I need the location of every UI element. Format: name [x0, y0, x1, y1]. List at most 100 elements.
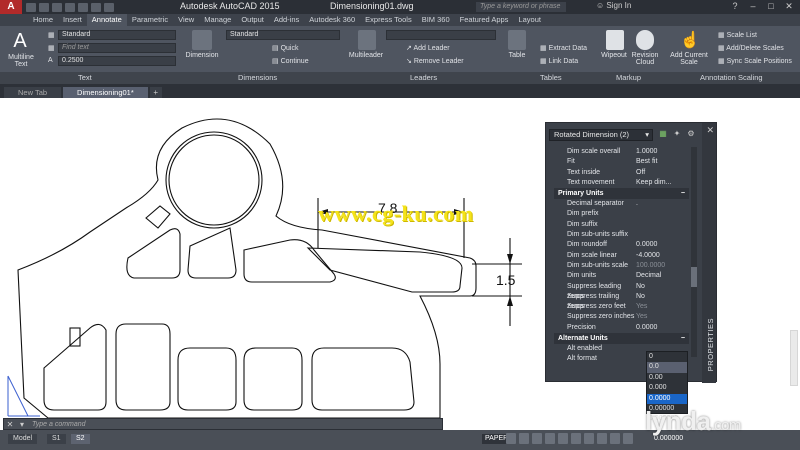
text-panel-title[interactable]: Text — [78, 73, 92, 82]
multileader-style-combo[interactable] — [386, 30, 496, 40]
property-value[interactable]: Yes — [636, 312, 647, 322]
layout-tab-model[interactable]: Model — [8, 434, 38, 444]
canvas-scrollbar[interactable] — [790, 330, 798, 386]
tab-home[interactable]: Home — [28, 14, 58, 26]
dimension-style-combo[interactable]: Standard — [226, 30, 340, 40]
dimension-text-vertical[interactable]: 1.5 — [496, 272, 515, 288]
property-value[interactable]: Off — [636, 168, 645, 178]
add-leader-button[interactable]: ↗ Add Leader — [406, 44, 450, 52]
palette-side-bar[interactable]: ✕ PROPERTIES — [702, 123, 716, 383]
property-row[interactable]: Suppress zero inches Yes — [554, 312, 689, 322]
wipeout-icon[interactable] — [606, 30, 624, 50]
command-input[interactable]: Type a command — [28, 421, 86, 428]
tab-featured-apps[interactable]: Featured Apps — [455, 14, 514, 26]
property-value[interactable]: Yes — [636, 302, 647, 312]
open-icon[interactable] — [39, 2, 49, 12]
layout-tab-s2[interactable]: S2 — [71, 434, 90, 444]
property-row[interactable]: Text movement Keep dim... — [554, 178, 689, 188]
multileader-icon[interactable] — [358, 30, 376, 50]
wipeout-button[interactable]: Wipeout — [598, 52, 630, 59]
property-row[interactable]: Dim prefix — [554, 209, 689, 219]
link-data-button[interactable]: ▦ Link Data — [540, 57, 578, 65]
customize-icon[interactable]: ▾ — [16, 420, 28, 429]
property-row[interactable]: Suppress zero feet Yes — [554, 302, 689, 312]
help-icon[interactable]: ? — [726, 0, 744, 13]
property-row[interactable]: Suppress leading zeros No — [554, 282, 689, 300]
tab-parametric[interactable]: Parametric — [127, 14, 173, 26]
tables-panel-title[interactable]: Tables — [540, 73, 562, 82]
maximize-icon[interactable]: □ — [762, 0, 780, 13]
osnap-icon[interactable] — [558, 433, 568, 444]
property-row[interactable]: Decimal separator. — [554, 199, 689, 209]
tab-bim-360[interactable]: BIM 360 — [417, 14, 455, 26]
tab-layout[interactable]: Layout — [513, 14, 546, 26]
property-value[interactable]: 0.0000 — [636, 323, 657, 333]
close-icon[interactable]: ✕ — [4, 420, 16, 429]
dimension-icon[interactable] — [192, 30, 212, 50]
leaders-panel-title[interactable]: Leaders — [410, 73, 437, 82]
toggle-pickadd-icon[interactable]: ▦ — [658, 129, 668, 139]
layout-tab-s1[interactable]: S1 — [47, 434, 66, 444]
property-row[interactable]: Dim sub-units scale 100.0000 — [554, 261, 689, 271]
annotation-scaling-panel-title[interactable]: Annotation Scaling — [700, 73, 763, 82]
property-section-header[interactable]: Alternate Units − — [554, 333, 689, 345]
property-value[interactable]: 1.0000 — [636, 147, 657, 157]
table-button[interactable]: Table — [504, 52, 530, 59]
property-row[interactable]: Dim roundoff 0.0000 — [554, 240, 689, 250]
property-row[interactable]: Precision 0.0000 — [554, 323, 689, 333]
undo-icon[interactable] — [91, 2, 101, 12]
properties-palette[interactable]: Rotated Dimension (2) ▾ ▦ ✦ ⚙ Dim scale … — [545, 122, 717, 383]
select-objects-icon[interactable]: ✦ — [672, 129, 682, 139]
revision-cloud-button[interactable]: Revision Cloud — [628, 52, 662, 66]
text-height-combo[interactable]: 0.2500 — [58, 56, 176, 66]
property-row[interactable]: Suppress trailing zeros No — [554, 292, 689, 310]
tab-insert[interactable]: Insert — [58, 14, 87, 26]
sync-scale-positions-button[interactable]: ▦ Sync Scale Positions — [718, 57, 792, 65]
add-current-scale-icon[interactable]: ☝ — [680, 30, 700, 50]
revision-cloud-icon[interactable] — [636, 30, 654, 50]
scrollbar-thumb[interactable] — [691, 267, 697, 287]
minimize-icon[interactable]: – — [744, 0, 762, 13]
property-value[interactable]: 100.0000 — [636, 261, 665, 271]
print-icon[interactable] — [78, 2, 88, 12]
collapse-icon[interactable]: − — [681, 188, 685, 199]
property-row[interactable]: Dim units Decimal — [554, 271, 689, 281]
remove-leader-button[interactable]: ↘ Remove Leader — [406, 57, 464, 65]
property-value[interactable]: Keep dim... — [636, 178, 671, 188]
property-row[interactable]: Dim scale linear -4.0000 — [554, 251, 689, 261]
tab-autodesk-360[interactable]: Autodesk 360 — [304, 14, 360, 26]
ortho-icon[interactable] — [532, 433, 542, 444]
collapse-icon[interactable]: − — [681, 333, 685, 344]
search-input[interactable]: Type a keyword or phrase — [476, 2, 566, 12]
multiline-text-button[interactable]: Multiline Text — [4, 54, 38, 68]
properties-scrollbar[interactable] — [691, 147, 697, 357]
property-section-header[interactable]: Primary Units − — [554, 188, 689, 200]
markup-panel-title[interactable]: Markup — [616, 73, 641, 82]
command-line[interactable]: ✕ ▾ Type a command — [3, 418, 443, 430]
property-value[interactable]: -4.0000 — [636, 251, 660, 261]
tab-annotate[interactable]: Annotate — [86, 14, 127, 26]
continue-dimension-button[interactable]: ▤ Continue — [272, 57, 309, 65]
property-value[interactable]: Decimal — [636, 271, 661, 281]
precision-option[interactable]: 0 — [647, 352, 687, 362]
tab-express-tools[interactable]: Express Tools — [360, 14, 417, 26]
add-current-scale-button[interactable]: Add Current Scale — [666, 52, 712, 66]
text-style-combo[interactable]: Standard — [58, 30, 176, 40]
new-icon[interactable] — [26, 2, 36, 12]
find-text-input[interactable]: Find text — [58, 43, 176, 53]
precision-option[interactable]: 0.0 — [647, 362, 687, 373]
dimensions-panel-title[interactable]: Dimensions — [238, 73, 277, 82]
property-value[interactable]: No — [636, 282, 645, 292]
grid-icon[interactable] — [519, 433, 529, 444]
annotation-icon[interactable] — [623, 433, 633, 444]
precision-option[interactable]: 0.0000 — [647, 393, 687, 404]
property-row[interactable]: Dim suffix — [554, 220, 689, 230]
close-icon[interactable]: ✕ — [780, 0, 798, 13]
property-value[interactable]: No — [636, 292, 645, 302]
property-value[interactable]: . — [636, 199, 638, 209]
close-icon[interactable]: ✕ — [706, 125, 714, 136]
quick-dimension-button[interactable]: ▤ Quick — [272, 44, 298, 52]
tab-add-ins[interactable]: Add-ins — [269, 14, 304, 26]
quick-select-icon[interactable]: ⚙ — [686, 129, 696, 139]
polar-icon[interactable] — [545, 433, 555, 444]
